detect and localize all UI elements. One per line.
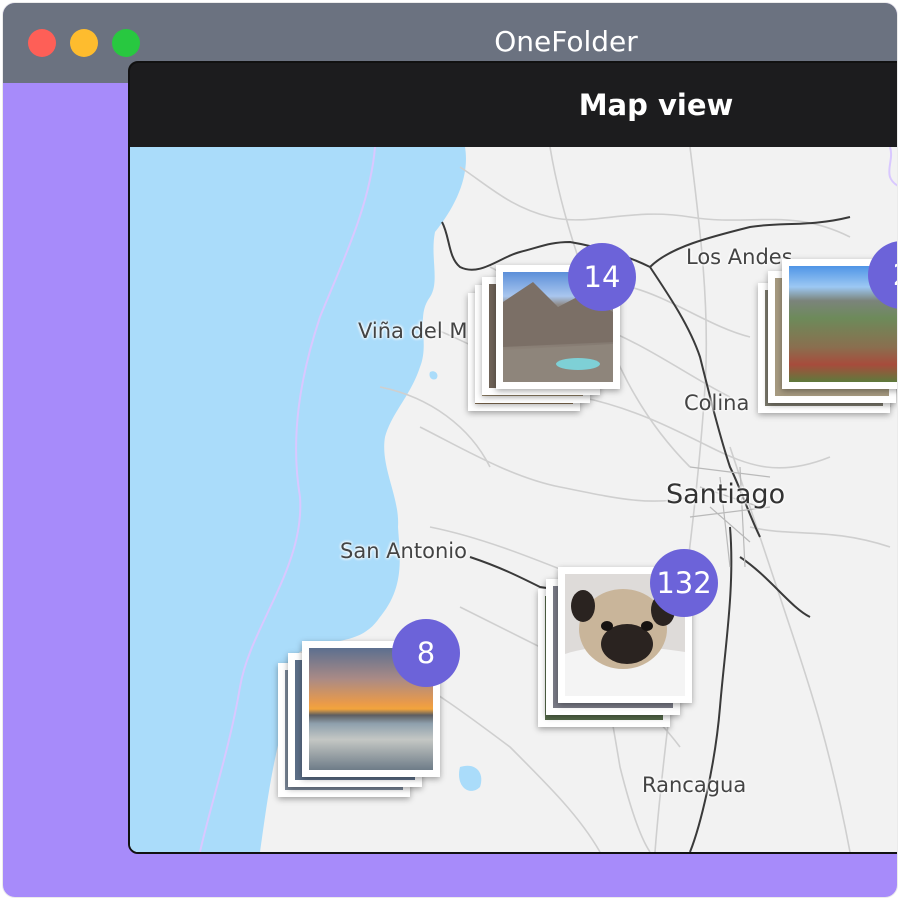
map-canvas[interactable]: Los Andes Viña del Mar Colina Santiago S… (130, 147, 897, 852)
map-label-santiago: Santiago (666, 479, 786, 510)
photo-cluster[interactable]: 8 (278, 619, 468, 807)
app-title: OneFolder (494, 25, 638, 58)
map-label-colina: Colina (684, 391, 750, 415)
map-label-san-antonio: San Antonio (340, 539, 467, 563)
cluster-count-badge: 14 (568, 243, 636, 311)
photo-cluster[interactable]: 2 (758, 241, 897, 425)
panel-header[interactable]: Map view (130, 63, 897, 147)
photo-cluster[interactable]: 14 (468, 243, 638, 415)
map-label-rancagua: Rancagua (642, 773, 747, 797)
cluster-count-badge: 8 (392, 619, 460, 687)
app-window: OneFolder Map view Los Andes Viña del Ma… (3, 3, 897, 897)
cluster-count-badge: 132 (650, 549, 718, 617)
photo-cluster[interactable]: 132 (538, 549, 718, 735)
panel-title: Map view (578, 88, 734, 122)
map-view-panel: Map view Los Andes Viña del Mar Colina S… (128, 61, 897, 854)
